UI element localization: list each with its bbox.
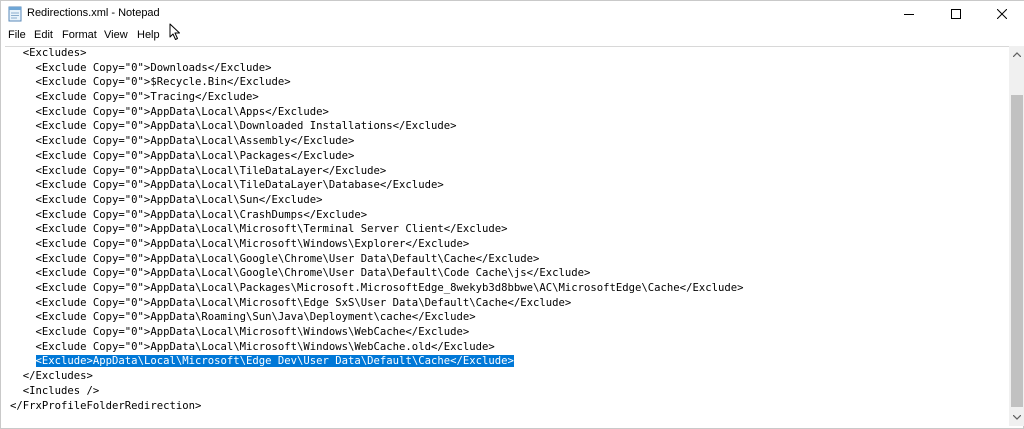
notepad-icon <box>8 6 22 22</box>
scroll-up-arrow-icon <box>1013 52 1021 57</box>
text-line: <Exclude Copy="0">$Recycle.Bin</Exclude> <box>10 76 291 89</box>
minimize-button[interactable] <box>886 1 932 27</box>
text-line: <Exclude Copy="0">AppData\Local\Assembly… <box>10 135 355 148</box>
text-line: <Exclude Copy="0">AppData\Local\Packages… <box>10 282 744 294</box>
menu-view[interactable]: View <box>104 29 128 41</box>
text-line: <Exclude Copy="0">AppData\Local\TileData… <box>10 164 387 177</box>
text-line: <Exclude Copy="0">AppData\Local\Microsof… <box>10 326 470 339</box>
selected-text-line: <Exclude>AppData\Local\Microsoft\Edge De… <box>10 354 743 369</box>
text-line: <Exclude Copy="0">AppData\Local\Google\C… <box>10 267 591 280</box>
minimize-icon <box>904 14 914 15</box>
title-bar[interactable]: Redirections.xml - Notepad <box>1 1 1024 27</box>
text-line: <Exclude Copy="0">AppData\Local\Download… <box>10 120 457 133</box>
scroll-up-button[interactable] <box>1009 46 1024 63</box>
maximize-button[interactable] <box>933 1 979 27</box>
text-line: <Excludes> <box>10 47 87 59</box>
text-line: <Exclude Copy="0">Downloads</Exclude> <box>10 61 272 74</box>
text-line: <Exclude Copy="0">AppData\Roaming\Sun\Ja… <box>10 311 476 324</box>
text-line: <Exclude Copy="0">AppData\Local\Sun</Exc… <box>10 193 323 206</box>
window-title: Redirections.xml - Notepad <box>27 7 160 19</box>
text-line: <Exclude Copy="0">Tracing</Exclude> <box>10 91 259 104</box>
scroll-down-arrow-icon <box>1013 415 1021 420</box>
text-line: <Exclude Copy="0">AppData\Local\Microsof… <box>10 237 470 250</box>
text-line: </FrxProfileFolderRedirection> <box>10 399 202 412</box>
text-line: <Exclude Copy="0">AppData\Local\Microsof… <box>10 223 508 236</box>
mouse-pointer-icon <box>169 23 180 40</box>
close-icon <box>997 9 1007 19</box>
close-button[interactable] <box>979 1 1024 27</box>
text-line: <Exclude Copy="0">AppData\Local\Microsof… <box>10 296 572 309</box>
text-line: <Exclude Copy="0">AppData\Local\TileData… <box>10 179 444 192</box>
selected-text[interactable]: <Exclude>AppData\Local\Microsoft\Edge De… <box>35 355 514 368</box>
menu-file[interactable]: File <box>8 29 26 41</box>
text-line: <Exclude Copy="0">AppData\Local\Packages… <box>10 149 355 162</box>
text-line: <Includes /> <box>10 384 100 397</box>
text-line: </Excludes> <box>10 370 93 383</box>
scrollbar-thumb[interactable] <box>1011 95 1023 407</box>
text-line: <Exclude Copy="0">AppData\Local\Apps</Ex… <box>10 105 329 118</box>
text-line: <Exclude Copy="0">AppData\Local\Microsof… <box>10 340 495 353</box>
menu-edit[interactable]: Edit <box>34 29 53 41</box>
scroll-down-button[interactable] <box>1009 409 1024 426</box>
text-editor-area[interactable]: <Excludes> <Exclude Copy="0">Downloads</… <box>5 46 1009 426</box>
menu-bar: File Edit Format View Help <box>1 27 1024 46</box>
text-line: <Exclude Copy="0">AppData\Local\CrashDum… <box>10 208 368 221</box>
text-line: <Exclude Copy="0">AppData\Local\Google\C… <box>10 252 540 265</box>
menu-format[interactable]: Format <box>62 29 97 41</box>
maximize-icon <box>951 9 961 19</box>
editor-text: <Excludes> <Exclude Copy="0">Downloads</… <box>10 46 743 413</box>
notepad-window: Redirections.xml - Notepad File Edit For… <box>0 0 1024 429</box>
menu-help[interactable]: Help <box>137 29 160 41</box>
